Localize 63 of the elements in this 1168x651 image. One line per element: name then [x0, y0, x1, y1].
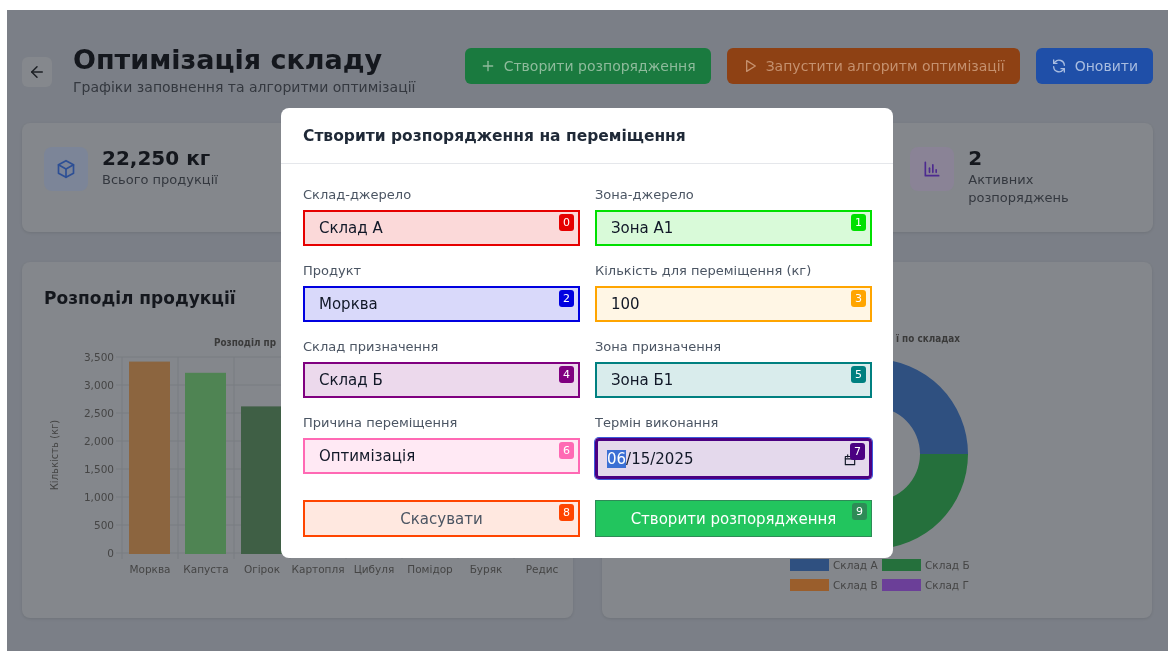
category-label: Капуста	[183, 563, 229, 575]
field-label: Продукт	[303, 263, 363, 279]
field-label: Зона-джерело	[595, 187, 695, 203]
select-field[interactable]: Склад А 0	[303, 210, 580, 246]
category-label: Буряк	[469, 563, 503, 575]
mark-badge: 4	[559, 366, 574, 383]
modal-title: Створити розпорядження на переміщення	[303, 126, 686, 145]
stat-label: Всього продукції	[102, 171, 218, 189]
select-field[interactable]: Зона Б1 5	[595, 362, 872, 398]
action-button[interactable]: Оновити	[1035, 48, 1153, 84]
legend-label: Склад Г	[925, 579, 969, 591]
axis-tick-label: 0	[107, 547, 114, 559]
axis-tick-label: 1,000	[83, 491, 114, 503]
category-label: Цибуля	[353, 563, 395, 575]
page-title: Оптимізація складу	[73, 43, 384, 77]
field-label: Склад призначення	[303, 339, 440, 355]
select-field[interactable]: Склад Б 4	[303, 362, 580, 398]
axis-tick-label: 1,500	[83, 463, 114, 475]
number-field[interactable]: 100 3	[595, 286, 872, 322]
create-button[interactable]: Створити розпорядження 9	[595, 500, 872, 537]
axis-tick-label: 3,000	[83, 379, 114, 391]
category-label: Помідор	[407, 563, 453, 575]
mark-badge: 3	[851, 290, 866, 307]
field-label: Кількість для переміщення (кг)	[595, 263, 813, 279]
mark-badge: 8	[559, 504, 574, 521]
category-label: Огірок	[243, 563, 281, 575]
mark-badge: 9	[852, 503, 867, 520]
stat-value: 22,250 кг	[102, 145, 212, 171]
category-label: Редис	[525, 563, 559, 575]
refresh-icon	[1050, 58, 1067, 74]
back-button[interactable]	[22, 57, 52, 87]
axis-tick-label: 2,500	[83, 407, 114, 419]
stat-label: Активних розпоряджень	[968, 171, 1070, 207]
page-subtitle: Графіки заповнення та алгоритми оптимізації	[73, 78, 416, 96]
legend-label: Склад А	[833, 559, 878, 571]
mark-badge: 7	[850, 443, 865, 460]
mark-badge: 6	[559, 442, 574, 459]
chart-title: Розподіл пр	[214, 337, 285, 348]
legend-label: Склад В	[833, 579, 878, 591]
axis-tick-label: 2,000	[83, 435, 114, 447]
mark-badge: 1	[851, 214, 866, 231]
chart-card-title: Розподіл продукції	[44, 287, 236, 309]
legend-label: Склад Б	[925, 559, 970, 571]
mark-badge: 0	[559, 214, 574, 231]
chart-title: ї по складах	[896, 333, 969, 344]
mark-badge: 5	[851, 366, 866, 383]
axis-tick-label: 500	[93, 519, 114, 531]
field-label: Зона призначення	[595, 339, 722, 355]
axis-title: Кількість (кг)	[49, 419, 60, 491]
stat-value: 2	[968, 145, 984, 171]
field-label: Причина переміщення	[303, 415, 459, 431]
select-field[interactable]: Морква 2	[303, 286, 580, 322]
axis-tick-label: 3,500	[83, 351, 114, 363]
back-arrow-icon	[28, 63, 46, 81]
field-label: Термін виконання	[595, 415, 720, 431]
select-field[interactable]: Зона А1 1	[595, 210, 872, 246]
cube-icon	[56, 159, 76, 179]
category-label: Картопля	[291, 563, 345, 575]
mark-badge: 2	[559, 290, 574, 307]
field-label: Склад-джерело	[303, 187, 413, 203]
category-label: Морква	[129, 563, 171, 575]
cancel-button[interactable]: Скасувати 8	[303, 500, 580, 537]
select-field[interactable]: Оптимізація 6	[303, 438, 580, 474]
